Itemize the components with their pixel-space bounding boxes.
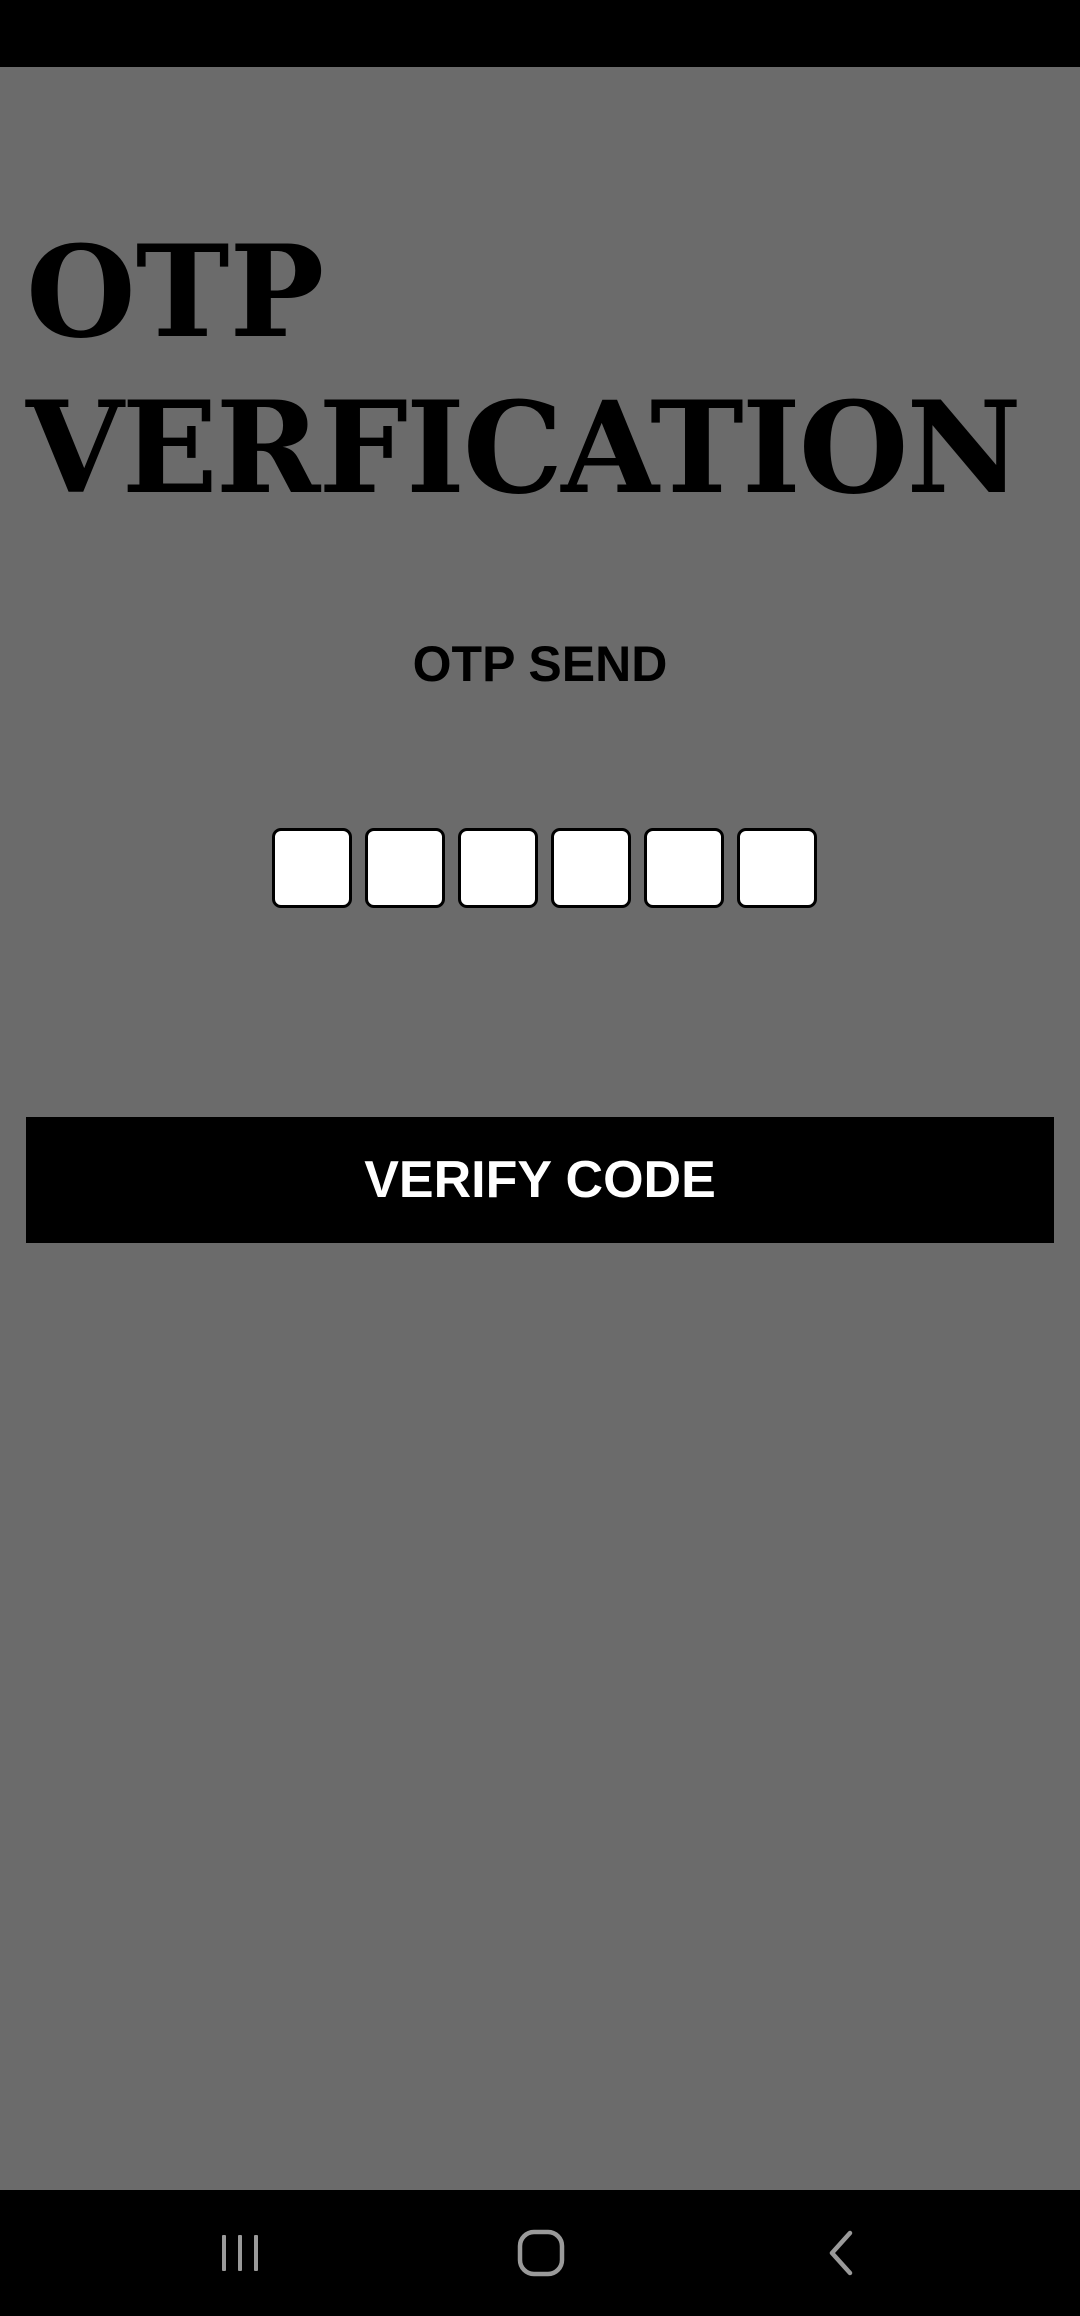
system-navigation-bar [0,2190,1080,2316]
home-icon [517,2229,565,2277]
page-title-line-2: VERFICATION [26,374,1022,522]
recents-icon [222,2235,258,2271]
otp-digit-input-5[interactable] [644,828,724,908]
otp-digit-input-4[interactable] [551,828,631,908]
otp-digit-input-6[interactable] [737,828,817,908]
page-title-line-1: OTP [26,218,325,366]
verify-code-button[interactable]: VERIFY CODE [26,1117,1054,1243]
otp-sent-label: OTP SEND [412,636,668,692]
recents-button[interactable] [140,2190,340,2316]
otp-verification-screen: OTP VERFICATION OTP SEND VERIFY CODE [0,0,1080,2316]
page-title: OTP VERFICATION [26,214,1066,526]
status-bar [0,0,1080,67]
back-button[interactable] [742,2190,942,2316]
otp-digit-input-2[interactable] [365,828,445,908]
otp-input-group [272,828,817,908]
otp-digit-input-1[interactable] [272,828,352,908]
home-button[interactable] [441,2190,641,2316]
otp-digit-input-3[interactable] [458,828,538,908]
back-icon [829,2230,853,2276]
